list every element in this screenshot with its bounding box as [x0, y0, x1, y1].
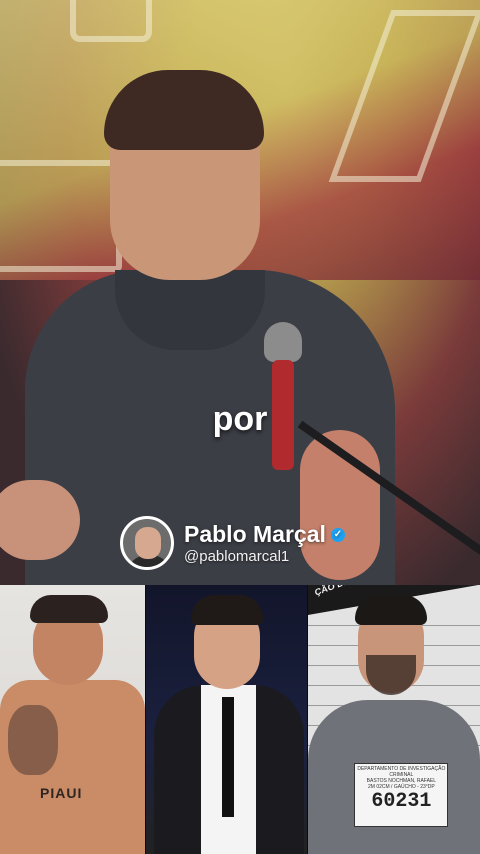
panel-right-beard	[366, 655, 417, 695]
video-caption: por	[212, 400, 268, 438]
avatar-face	[135, 527, 161, 559]
creator-name-row: Pablo Marçal ✓	[184, 521, 345, 548]
panel-middle-tie	[221, 697, 234, 817]
verified-badge-icon: ✓	[330, 527, 345, 542]
creator-credit[interactable]: Pablo Marçal ✓ @pablomarcal1	[120, 516, 345, 570]
chest-tattoo-text: PIAUI	[40, 785, 83, 801]
panel-right[interactable]: ÇÃO DE P COMEDY DEPARTAMENTO DE INVESTIG…	[308, 585, 480, 854]
panel-right-hair	[355, 595, 428, 625]
panel-middle[interactable]	[145, 585, 308, 854]
creator-handle: @pablomarcal1	[184, 548, 290, 565]
comparison-grid: PIAUI ÇÃO DE P COMEDY DEPARTAMENTO DE IN…	[0, 585, 480, 854]
creator-name: Pablo Marçal	[184, 521, 326, 547]
panel-left[interactable]: PIAUI	[0, 585, 145, 854]
placard-number: 60231	[371, 790, 432, 813]
video-frame[interactable]: por Pablo Marçal ✓ @pablomarcal1	[0, 0, 480, 585]
tattoo-shape	[8, 705, 58, 775]
credit-text: Pablo Marçal ✓ @pablomarcal1	[184, 521, 345, 565]
mugshot-placard: DEPARTAMENTO DE INVESTIGAÇÃO CRIMINAL BA…	[354, 763, 449, 827]
sign-letter-shape	[0, 160, 122, 272]
mic-head	[264, 322, 302, 362]
microphone-icon	[264, 322, 302, 472]
placard-title: DEPARTAMENTO DE INVESTIGAÇÃO CRIMINAL	[357, 766, 446, 778]
sign-letter-shape	[70, 0, 152, 42]
panel-middle-hair	[190, 595, 263, 625]
panel-left-hair	[30, 595, 108, 623]
speaker-hand	[0, 480, 80, 560]
avatar[interactable]	[120, 516, 174, 570]
